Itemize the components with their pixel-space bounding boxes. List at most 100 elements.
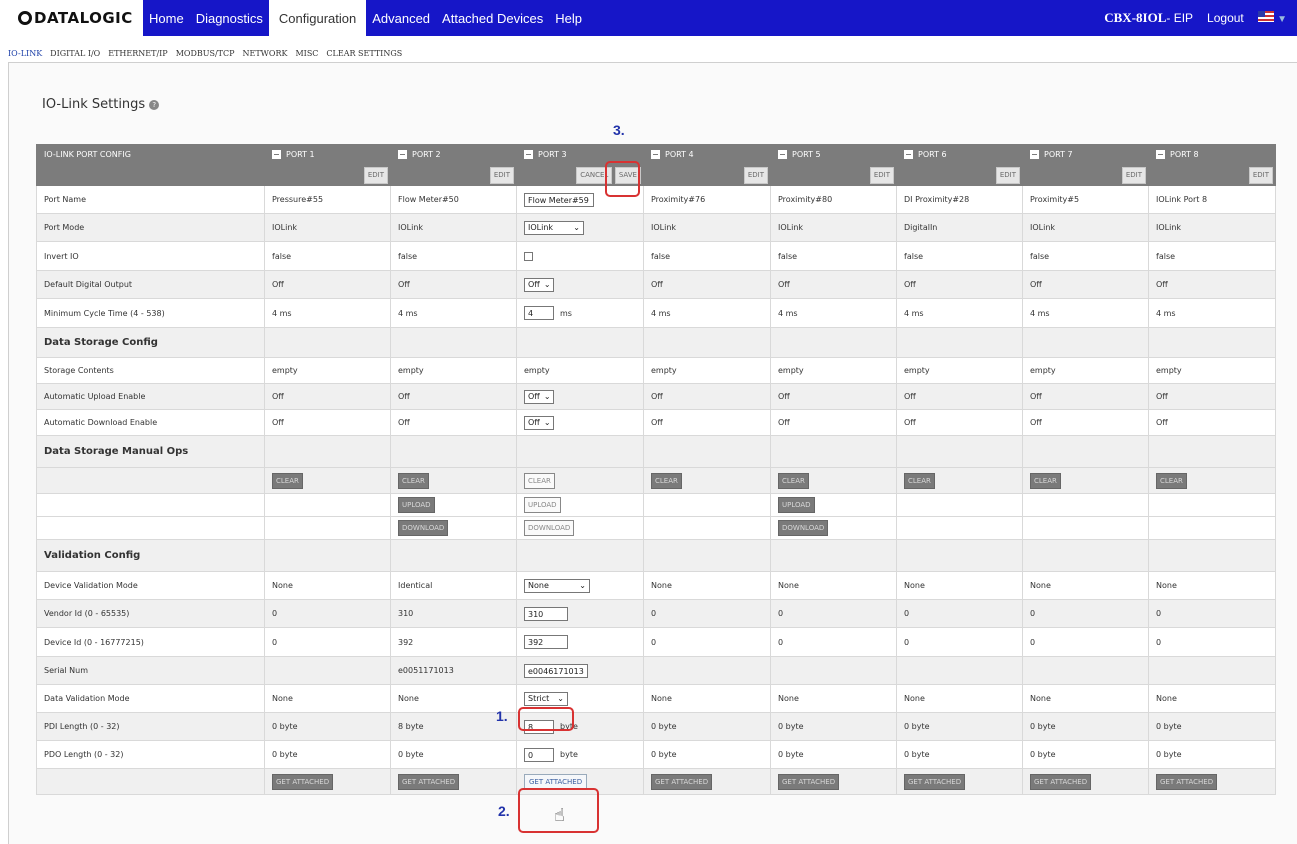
port-2-get-attached-button[interactable]: GET ATTACHED (398, 773, 460, 790)
port-3-pdo-length-input[interactable]: 0 (524, 747, 554, 762)
table-row-invert-io: Invert IO false false false false false … (36, 241, 1276, 271)
port-4-header[interactable]: PORT 4 (643, 144, 771, 165)
port-3-invert-checkbox[interactable] (524, 251, 533, 261)
chevron-down-icon: ⌄ (543, 418, 551, 427)
cell: empty (896, 357, 1023, 384)
collapse-icon (1030, 150, 1039, 159)
cell: Proximity#5 (1022, 185, 1149, 214)
port-7-clear-button[interactable]: CLEAR (1030, 472, 1061, 489)
port-3-name-input[interactable]: Flow Meter#59 (524, 192, 594, 207)
subnav-modbus-tcp[interactable]: MODBUS/TCP (176, 36, 235, 58)
table-row-download: DOWNLOAD DOWNLOAD DOWNLOAD (36, 516, 1276, 540)
nav-diagnostics[interactable]: Diagnostics (190, 0, 269, 36)
port-1-edit-button[interactable]: EDIT (363, 166, 388, 184)
port-1-clear-button[interactable]: CLEAR (272, 472, 303, 489)
subnav-misc[interactable]: MISC (295, 36, 318, 58)
port-2-clear-button[interactable]: CLEAR (398, 472, 429, 489)
port-1-header[interactable]: PORT 1 (264, 144, 391, 165)
port-5-clear-button[interactable]: CLEAR (778, 472, 809, 489)
port-3-upload-button[interactable]: UPLOAD (524, 497, 561, 513)
port-8-edit-button[interactable]: EDIT (1248, 166, 1273, 184)
port-3-serial-input[interactable]: e0046171013 (524, 663, 588, 678)
port-7-get-attached-button[interactable]: GET ATTACHED (1030, 773, 1092, 790)
subnav-network[interactable]: NETWORK (243, 36, 288, 58)
nav-attached-devices[interactable]: Attached Devices (436, 0, 549, 36)
port-5-upload-button[interactable]: UPLOAD (778, 497, 815, 513)
logo-area: DATALOGIC (0, 0, 143, 36)
cell: 4 ms (264, 298, 391, 328)
port-5-header[interactable]: PORT 5 (770, 144, 897, 165)
port-5-get-attached-button[interactable]: GET ATTACHED (778, 773, 840, 790)
io-link-config-table: IO-LINK PORT CONFIG PORT 1 PORT 2 PORT 3… (36, 144, 1276, 795)
nav-advanced[interactable]: Advanced (366, 0, 436, 36)
subnav-clear-settings[interactable]: CLEAR SETTINGS (326, 36, 402, 58)
port-3-device-id-input[interactable]: 392 (524, 635, 568, 649)
cell: 0 (1022, 627, 1149, 657)
port-8-get-attached-button[interactable]: GET ATTACHED (1156, 773, 1218, 790)
port-7-edit-button[interactable]: EDIT (1121, 166, 1146, 184)
cell: 0 byte (264, 712, 391, 741)
port-3-vendor-id-input[interactable]: 310 (524, 606, 568, 621)
port-4-clear-button[interactable]: CLEAR (651, 472, 682, 489)
table-row-pdo-length: PDO Length (0 - 32) 0 byte 0 byte 0 byte … (36, 740, 1276, 769)
us-flag-icon (1257, 11, 1274, 22)
port-3-auto-download-select[interactable]: Off ⌄ (524, 415, 554, 430)
cell: 0 byte (390, 740, 517, 769)
cell: 0 byte (1148, 740, 1276, 769)
port-1-get-attached-button[interactable]: GET ATTACHED (272, 773, 334, 790)
row-label: Serial Num (36, 656, 265, 685)
subnav-ethernet-ip[interactable]: ETHERNET/IP (108, 36, 167, 58)
table-row-upload: UPLOAD UPLOAD UPLOAD (36, 493, 1276, 517)
cell: None (1022, 684, 1149, 713)
chevron-down-icon: ▼ (1277, 14, 1287, 25)
hand-pointer-icon: ☝ (554, 805, 565, 826)
nav-help[interactable]: Help (549, 0, 588, 36)
language-selector[interactable]: ▼ (1257, 11, 1287, 25)
port-5-edit-button[interactable]: EDIT (869, 166, 894, 184)
collapse-icon (398, 150, 407, 159)
table-row-vendor-id: Vendor Id (0 - 65535) 0 310 310 0 0 0 0 … (36, 599, 1276, 628)
help-icon[interactable]: ? (149, 99, 160, 110)
port-2-upload-button[interactable]: UPLOAD (398, 497, 435, 513)
annotation-highlight-save (605, 161, 640, 197)
unit-label: byte (560, 750, 578, 759)
port-6-clear-button[interactable]: CLEAR (904, 472, 935, 489)
port-3-clear-button[interactable]: CLEAR (524, 472, 555, 489)
select-value: IOLink (528, 223, 554, 232)
nav-configuration[interactable]: Configuration (268, 0, 367, 36)
annotation-step-3: 3. (613, 122, 625, 138)
port-4-get-attached-button[interactable]: GET ATTACHED (651, 773, 713, 790)
cell: 0 byte (643, 712, 771, 741)
port-3-download-button[interactable]: DOWNLOAD (524, 520, 575, 536)
port-8-header[interactable]: PORT 8 (1148, 144, 1276, 165)
port-7-label: PORT 7 (1044, 150, 1073, 159)
port-2-header[interactable]: PORT 2 (390, 144, 517, 165)
port-6-edit-button[interactable]: EDIT (995, 166, 1020, 184)
port-2-download-button[interactable]: DOWNLOAD (398, 520, 449, 536)
port-2-edit-button[interactable]: EDIT (489, 166, 514, 184)
chevron-down-icon: ⌄ (557, 694, 564, 703)
port-7-header[interactable]: PORT 7 (1022, 144, 1149, 165)
port-4-edit-button[interactable]: EDIT (743, 166, 768, 184)
port-3-mode-select[interactable]: IOLink ⌄ (524, 220, 584, 235)
port-6-header[interactable]: PORT 6 (896, 144, 1023, 165)
cell: 4 ms (770, 298, 897, 328)
port-5-download-button[interactable]: DOWNLOAD (778, 520, 829, 536)
logout-link[interactable]: Logout (1207, 11, 1244, 25)
port-3-device-validation-select[interactable]: None ⌄ (524, 578, 590, 593)
subnav-io-link[interactable]: IO-LINK (8, 36, 42, 58)
subnav-digital-io[interactable]: DIGITAL I/O (50, 36, 100, 58)
cell: IOLink (1022, 213, 1149, 242)
port-3-cycle-time-input[interactable]: 4 (524, 306, 554, 320)
cell: empty (264, 357, 391, 384)
cell: 0 (896, 599, 1023, 628)
port-3-auto-upload-select[interactable]: Off ⌄ (524, 389, 554, 404)
port-6-get-attached-button[interactable]: GET ATTACHED (904, 773, 966, 790)
chevron-down-icon: ⌄ (543, 280, 551, 289)
port-3-default-output-select[interactable]: Off ⌄ (524, 277, 554, 292)
table-row-min-cycle-time: Minimum Cycle Time (4 - 538) 4 ms 4 ms 4… (36, 298, 1276, 328)
cell: IOLink (390, 213, 517, 242)
port-8-clear-button[interactable]: CLEAR (1156, 472, 1187, 489)
nav-home[interactable]: Home (143, 0, 190, 36)
port-3-data-validation-select[interactable]: Strict ⌄ (524, 691, 568, 706)
